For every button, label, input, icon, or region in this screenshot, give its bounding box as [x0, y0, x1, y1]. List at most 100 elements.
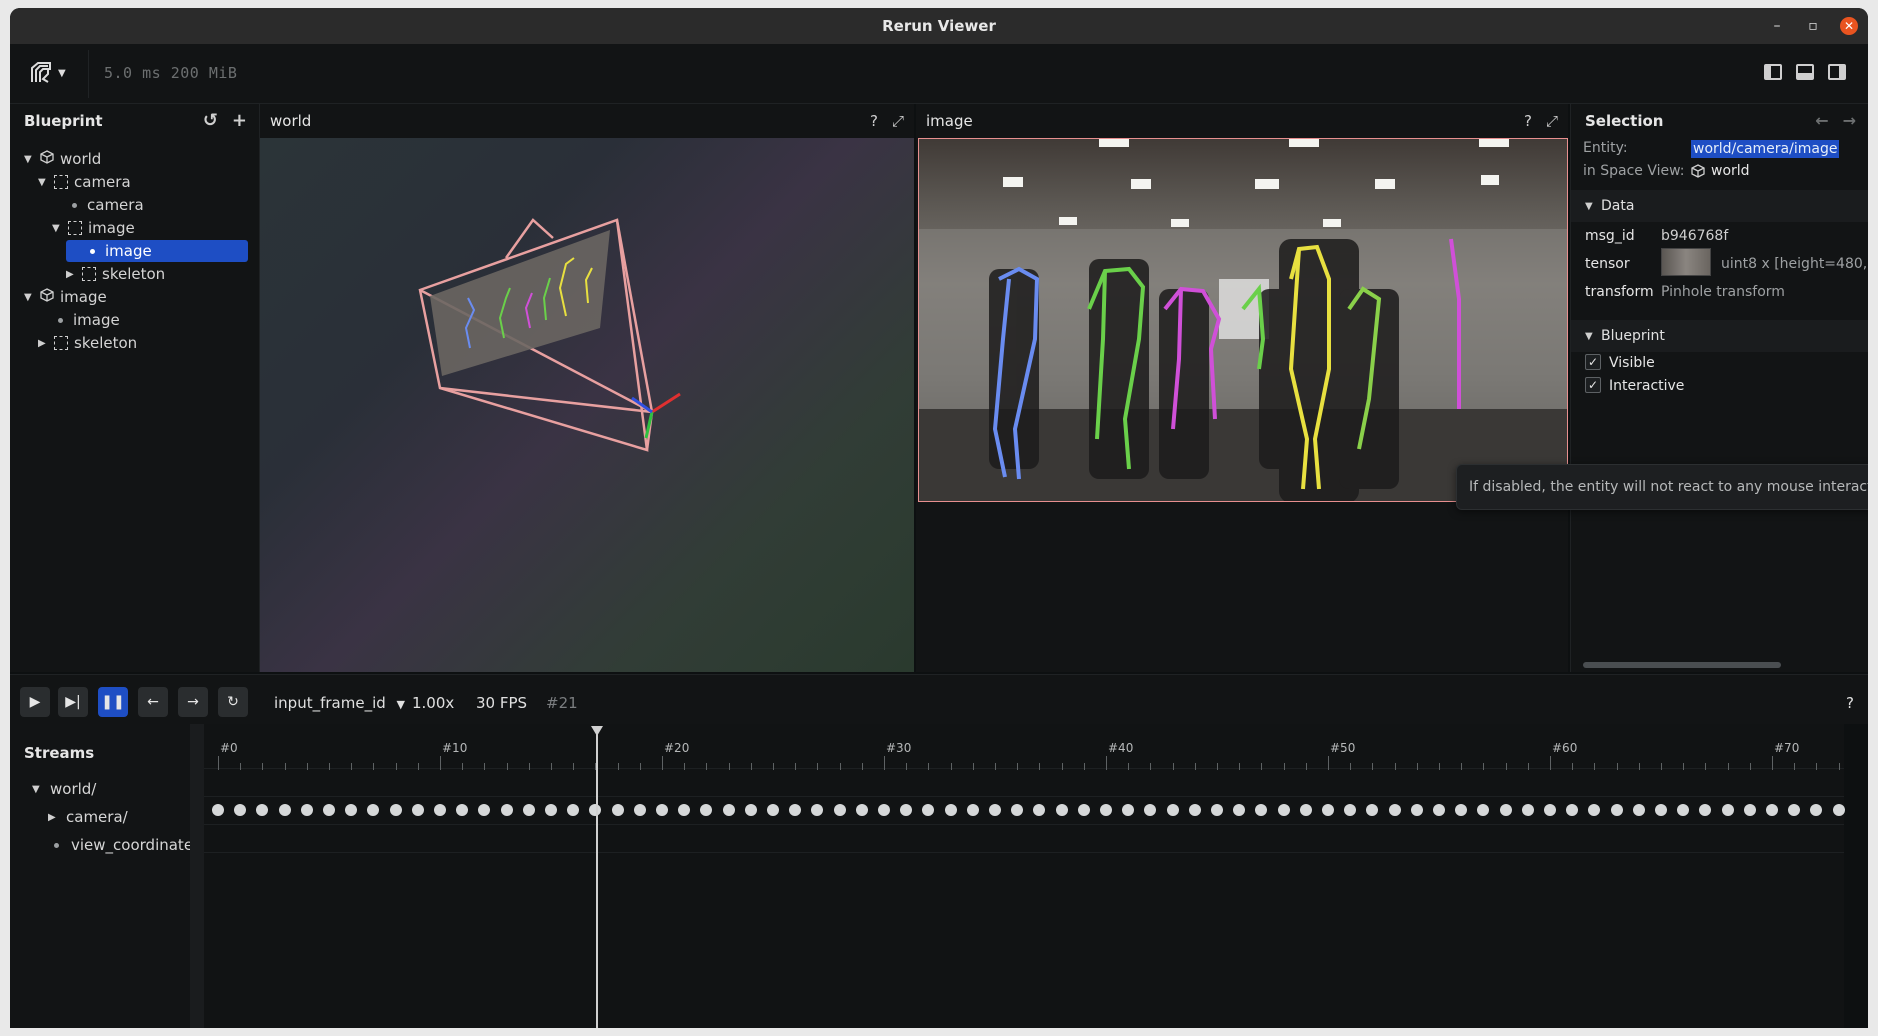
stream-event-dot[interactable]: [1410, 804, 1423, 816]
stream-event-dot[interactable]: [1433, 804, 1445, 816]
stream-event-dot[interactable]: [522, 804, 535, 816]
playback-fps[interactable]: 30 FPS: [476, 694, 527, 712]
stream-event-dot[interactable]: [1677, 804, 1690, 816]
stream-event-dot[interactable]: [456, 804, 469, 816]
stream-event-dot[interactable]: [1766, 804, 1778, 816]
stream-event-dot[interactable]: [1344, 804, 1357, 816]
stream-event-dot[interactable]: [789, 804, 802, 816]
stream-event-dot[interactable]: [900, 804, 913, 816]
stream-event-dot[interactable]: [1322, 804, 1334, 816]
stream-event-dot[interactable]: [1632, 804, 1645, 816]
time-cursor-handle[interactable]: [591, 726, 603, 736]
step-next-arrow-button[interactable]: →: [178, 687, 208, 717]
stream-event-dot[interactable]: [1077, 804, 1090, 816]
stream-event-dot[interactable]: [855, 804, 868, 816]
blueprint-tree-item[interactable]: camera: [52, 194, 144, 216]
close-button[interactable]: ✕: [1840, 17, 1858, 35]
3d-viewport[interactable]: [260, 138, 914, 672]
interactive-checkbox[interactable]: ✓: [1585, 377, 1601, 393]
timeline-name[interactable]: input_frame_id: [274, 694, 386, 712]
stream-event-dot[interactable]: [1743, 804, 1756, 816]
stream-event-dot[interactable]: [1788, 804, 1801, 816]
time-cursor[interactable]: [596, 732, 598, 1028]
expand-triangle-icon[interactable]: ▼: [24, 154, 34, 165]
stream-event-dot[interactable]: [1721, 804, 1734, 816]
stream-event-dot[interactable]: [1832, 804, 1845, 816]
stream-event-dot[interactable]: [323, 804, 335, 816]
blueprint-tree-item[interactable]: ▼ world: [24, 148, 101, 170]
stream-event-dot[interactable]: [1255, 804, 1268, 816]
stream-event-dot[interactable]: [966, 804, 979, 816]
maximize-icon[interactable]: ⤢: [1546, 112, 1558, 130]
stream-event-dot[interactable]: [767, 804, 779, 816]
stream-event-dot[interactable]: [234, 804, 247, 816]
stream-event-dot[interactable]: [367, 804, 380, 816]
stream-row-camera[interactable]: ▶ camera/: [48, 808, 128, 826]
stream-event-dot[interactable]: [633, 804, 646, 816]
blueprint-tree-item[interactable]: image: [38, 309, 120, 331]
timeline-area[interactable]: #0 #10 #20 #30 #40 #50 #60 #70: [204, 724, 1845, 1028]
stream-event-dot[interactable]: [678, 804, 691, 816]
world-space-view[interactable]: world ? ⤢: [260, 104, 914, 672]
stream-event-dot[interactable]: [611, 804, 624, 816]
rerun-menu-button[interactable]: ▼: [28, 58, 70, 88]
stream-row-view-coordinates[interactable]: view_coordinates: [50, 836, 201, 854]
space-view-value[interactable]: world: [1711, 163, 1750, 179]
collapse-triangle-icon[interactable]: ▶: [38, 338, 48, 349]
help-icon[interactable]: ?: [870, 112, 878, 130]
stream-event-dot[interactable]: [944, 804, 957, 816]
entity-path-value[interactable]: world/camera/image: [1691, 140, 1840, 158]
stream-event-dot[interactable]: [744, 804, 757, 816]
stream-event-dot[interactable]: [700, 804, 713, 816]
timeline-selector[interactable]: input_frame_id ▼: [274, 694, 405, 712]
stream-event-dot[interactable]: [1810, 804, 1823, 816]
blueprint-tree-item[interactable]: ▶ skeleton: [66, 263, 165, 285]
stream-event-dot[interactable]: [1699, 804, 1712, 816]
stream-event-dot[interactable]: [1655, 804, 1667, 816]
stream-event-dot[interactable]: [1455, 804, 1468, 816]
stream-event-dot[interactable]: [1166, 804, 1179, 816]
stream-event-dot[interactable]: [922, 804, 935, 816]
2d-viewport[interactable]: [916, 138, 1568, 672]
stream-event-dot[interactable]: [1277, 804, 1290, 816]
stream-event-dot[interactable]: [434, 804, 446, 816]
stream-event-dot[interactable]: [567, 804, 580, 816]
pause-button[interactable]: ❚❚: [98, 687, 128, 717]
expand-triangle-icon[interactable]: ▼: [52, 223, 62, 234]
stream-event-dot[interactable]: [722, 804, 735, 816]
toggle-bottom-panel-icon[interactable]: [1796, 64, 1814, 80]
stream-event-dot[interactable]: [1544, 804, 1556, 816]
visible-checkbox[interactable]: ✓: [1585, 354, 1601, 370]
playback-speed[interactable]: 1.00x: [412, 694, 454, 712]
toggle-left-panel-icon[interactable]: [1764, 64, 1782, 80]
data-section-header[interactable]: ▼ Data: [1571, 190, 1868, 222]
entity-path[interactable]: world/camera/image: [1691, 140, 1840, 158]
toggle-right-panel-icon[interactable]: [1828, 64, 1846, 80]
stream-event-dot[interactable]: [833, 804, 846, 816]
loop-button[interactable]: ↻: [218, 687, 248, 717]
stream-event-dot[interactable]: [1011, 804, 1024, 816]
expand-triangle-icon[interactable]: ▼: [24, 292, 34, 303]
stream-event-dot[interactable]: [212, 804, 224, 816]
help-icon[interactable]: ?: [1524, 112, 1532, 130]
collapse-triangle-icon[interactable]: ▶: [66, 269, 76, 280]
step-forward-button[interactable]: ▶|: [58, 687, 88, 717]
horizontal-scrollbar[interactable]: [1583, 662, 1781, 668]
reset-icon[interactable]: ↺: [203, 112, 218, 130]
help-icon[interactable]: ?: [1846, 694, 1854, 712]
stream-event-dot[interactable]: [1588, 804, 1601, 816]
play-button[interactable]: ▶: [20, 687, 50, 717]
stream-event-dot[interactable]: [1100, 804, 1112, 816]
stream-event-dot[interactable]: [256, 804, 269, 816]
stream-event-dot[interactable]: [478, 804, 491, 816]
stream-event-dot[interactable]: [545, 804, 557, 816]
blueprint-tree-item[interactable]: ▶ skeleton: [38, 332, 137, 354]
stream-event-dot[interactable]: [878, 804, 890, 816]
stream-event-dot[interactable]: [1366, 804, 1379, 816]
blueprint-section-header[interactable]: ▼ Blueprint: [1571, 320, 1868, 352]
stream-event-dot[interactable]: [300, 804, 313, 816]
space-view-link[interactable]: world: [1691, 163, 1750, 179]
stream-event-dot[interactable]: [1211, 804, 1223, 816]
stream-event-dot[interactable]: [1521, 804, 1534, 816]
back-arrow-icon[interactable]: ←: [1815, 112, 1828, 130]
